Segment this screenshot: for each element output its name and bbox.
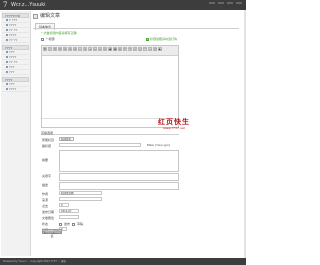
advanced-section-header: 高级选项 [41,131,179,135]
category-select[interactable]: 新闻资讯 [59,137,74,141]
watermark-url: www.7737.net [163,126,185,130]
field-hint: Maxi (Ysuu jpn) [147,143,171,147]
app-logo: 7 [3,1,8,9]
rich-text-editor: B I U S ≡ ≡ ≡ • 1 → ← ∞ × ▣ ▦ A ↶ ↷ < □ … [41,45,179,128]
scrollbar[interactable] [244,10,246,258]
summary-textarea[interactable] [59,150,179,172]
strike-icon[interactable]: S [58,47,62,51]
status-radio-publish[interactable] [59,222,62,226]
sidebar-item[interactable]: YYYY [2,87,29,92]
bullet-icon [6,51,8,53]
redo-icon[interactable]: ↷ [128,47,132,51]
image-icon[interactable]: ▣ [108,47,112,51]
field-label-keywords: 关键字 [42,174,52,178]
field-label-subtitle: 副标题 [42,144,52,148]
video-icon[interactable]: ▶ [158,47,162,51]
form-note: * 文章标题内容请填写正确 [41,31,77,35]
italic-icon[interactable]: I [48,47,52,51]
description-textarea[interactable] [59,182,179,190]
date-input[interactable]: 2014-07 [59,209,79,213]
fullscreen-icon[interactable]: □ [138,47,142,51]
top-link-profile[interactable] [218,2,224,4]
editor-toolbar: B I U S ≡ ≡ ≡ • 1 → ← ∞ × ▣ ▦ A ↶ ↷ < □ … [42,46,178,56]
bullet-icon [6,56,8,58]
top-links [209,2,242,4]
unlink-icon[interactable]: × [103,47,107,51]
hr-icon[interactable]: — [148,47,152,51]
indent-icon[interactable]: → [88,47,92,51]
field-label-summary: 摘要 [42,158,49,162]
sidebar: YYYTYYYR Y YYY YYYY YY YY YYYY YY YY YYY… [1,11,31,256]
bullet-icon [6,83,8,85]
attribute-input[interactable] [59,215,79,219]
field-label-hits: 点击 [42,204,49,208]
link-icon[interactable]: ∞ [98,47,102,51]
top-link-home[interactable] [209,2,215,4]
author-input[interactable]: 新闻资讯网 [59,191,102,195]
keywords-textarea[interactable] [59,173,179,181]
app-title: Wcr.z...Ysuuki [11,2,46,8]
tab-divider [33,28,239,29]
field-label-category: 所属栏目 [42,138,55,142]
bullet-icon [6,34,8,36]
watermark-text: 红页快生 [158,117,190,126]
align-right-icon[interactable]: ≡ [73,47,77,51]
bullet-icon [6,61,8,63]
footer-text: Powered by Ysuu.z ... Copyright 2014 773… [3,260,66,263]
status-radio-draft[interactable] [72,222,76,226]
table-icon[interactable]: ▦ [113,47,117,51]
color-icon[interactable]: A [118,47,122,51]
bullet-icon [6,39,8,41]
top-link-help[interactable] [227,2,233,4]
main-content: 编辑文章 基本信息 * 文章标题内容请填写正确 * 标题 + 标题加粗请勾选打钩… [33,11,244,256]
page-icon [33,13,38,19]
numbered-list-icon[interactable]: 1 [83,47,87,51]
footer: Powered by Ysuu.z ... Copyright 2014 773… [0,258,246,265]
outdent-icon[interactable]: ← [93,47,97,51]
field-label-source: 来源 [42,198,49,202]
field-label-description: 描述 [42,183,49,187]
quote-icon[interactable]: " [143,47,147,51]
bullet-icon [6,29,8,31]
watermark-stamp: 红页快生 www.7737.net [151,118,197,132]
field-label-author: 作者 [42,192,49,196]
title-label: * 标题 [46,37,55,41]
bold-remind-link[interactable]: + 标题加粗请勾选打钩 [146,37,177,41]
page-title: 编辑文章 [40,13,61,19]
top-bar: 7 Wcr.z...Ysuuki [0,0,246,10]
field-label-attribute: 文章属性 [42,216,55,220]
sidebar-group-2: YYYY YYY YYYY YY YY YYY YYY [1,45,30,75]
align-center-icon[interactable]: ≡ [68,47,72,51]
bullet-icon [6,88,8,90]
sidebar-item[interactable]: YYY [2,70,29,75]
submit-button[interactable]: 保存并返回列表 [42,229,62,238]
plus-icon: + [146,36,149,41]
align-left-icon[interactable]: ≡ [63,47,67,51]
sidebar-item[interactable]: YY YY [2,38,29,43]
undo-icon[interactable]: ↶ [123,47,127,51]
bullet-icon [6,24,8,26]
bullet-icon [6,19,8,21]
bullet-icon [6,66,8,68]
status-radios: 发布 草稿 [59,222,83,226]
list-icon[interactable]: • [78,47,82,51]
bold-title-checkbox[interactable] [41,37,44,41]
source-input[interactable] [59,197,102,201]
editor-textarea[interactable] [42,56,178,118]
hits-input[interactable]: 0 [59,203,69,207]
sidebar-group-3: YYYY YYY YYYY [1,77,30,92]
bullet-icon [6,71,8,73]
subtitle-input[interactable] [59,143,141,147]
sidebar-group-1: YYYTYYYR Y YYY YYYY YY YY YYYY YY YY [1,13,30,43]
field-label-status: 状态 [42,222,49,226]
tab-basic-info[interactable]: 基本信息 [35,23,56,30]
underline-icon[interactable]: U [53,47,57,51]
page-header: 编辑文章 [33,12,60,20]
emoji-icon[interactable]: ☺ [153,47,157,51]
field-label-date: 发布日期 [42,210,55,214]
top-link-logout[interactable] [236,2,242,4]
bold-icon[interactable]: B [43,47,47,51]
source-icon[interactable]: < [133,47,137,51]
tabs: 基本信息 [35,23,56,30]
